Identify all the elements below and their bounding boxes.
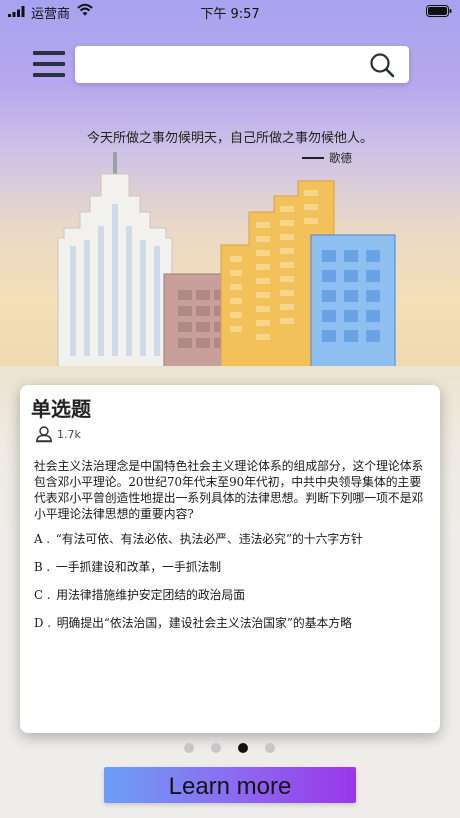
search-icon[interactable]: [369, 52, 395, 78]
option-text: 用法律措施维护安定团结的政治局面: [56, 588, 246, 602]
quote-text: 今天所做之事勿候明天，自己所做之事勿候他人。: [86, 131, 373, 146]
search-bar: [75, 46, 409, 83]
menu-line: [33, 51, 65, 55]
option-text: “有法可依、有法必依、执法必严、违法必究”的十六字方针: [55, 532, 363, 546]
option-letter: B .: [34, 560, 51, 574]
view-count-value: 1.7k: [57, 427, 81, 441]
user-icon: [36, 426, 52, 443]
question-text: 社会主义法治理念是中国特色社会主义理论体系的组成部分，这个理论体系包含邓小平理论…: [34, 459, 424, 521]
option-letter: A .: [34, 532, 51, 546]
page-dot-3[interactable]: [238, 743, 248, 753]
option-c[interactable]: C . 用法律措施维护安定团结的政治局面: [34, 586, 434, 603]
option-a[interactable]: A . “有法可依、有法必依、执法必严、违法必究”的十六字方针: [34, 530, 434, 547]
option-text: 一手抓建设和改革，一手抓法制: [55, 560, 222, 574]
page-indicator: [0, 743, 460, 753]
menu-line: [33, 62, 65, 66]
quote-author: 歌德: [302, 150, 352, 166]
option-letter: C .: [34, 588, 51, 602]
learn-more-button[interactable]: Learn more: [104, 767, 356, 803]
author-name: 歌德: [329, 151, 352, 165]
option-b[interactable]: B . 一手抓建设和改革，一手抓法制: [34, 558, 434, 575]
menu-line: [33, 73, 65, 77]
option-text: 明确提出“依法治国，建设社会主义法治国家”的基本方略: [56, 616, 352, 630]
status-bar: 运营商 下午 9:57: [0, 0, 460, 24]
question-card: 单选题 1.7k 社会主义法治理念是中国特色社会主义理论体系的组成部分，这个理论…: [20, 385, 440, 733]
question-type-title: 单选题: [31, 397, 91, 421]
battery-icon: [426, 5, 452, 17]
hamburger-menu-icon[interactable]: [33, 51, 65, 77]
view-count: 1.7k: [35, 425, 81, 443]
author-dash: [302, 157, 324, 159]
page-dot-2[interactable]: [211, 743, 221, 753]
status-time: 下午 9:57: [200, 7, 260, 22]
option-d[interactable]: D . 明确提出“依法治国，建设社会主义法治国家”的基本方略: [34, 614, 434, 631]
search-input[interactable]: [85, 46, 365, 83]
option-letter: D .: [34, 616, 51, 630]
page-dot-4[interactable]: [265, 743, 275, 753]
page-dot-1[interactable]: [184, 743, 194, 753]
